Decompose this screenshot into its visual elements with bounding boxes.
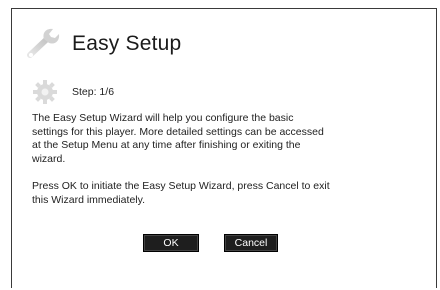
gear-icon: [32, 80, 58, 104]
description-paragraph: The Easy Setup Wizard will help you conf…: [32, 112, 324, 165]
step-label: Step: 1/6: [72, 86, 115, 98]
dialog-header: Easy Setup: [26, 26, 181, 60]
instruction-paragraph: Press OK to initiate the Easy Setup Wiza…: [32, 180, 330, 206]
step-indicator: Step: 1/6: [32, 80, 114, 104]
wrench-icon: [26, 26, 66, 60]
ok-button[interactable]: OK: [143, 234, 199, 252]
page-title: Easy Setup: [72, 32, 182, 55]
cancel-button[interactable]: Cancel: [224, 234, 278, 252]
